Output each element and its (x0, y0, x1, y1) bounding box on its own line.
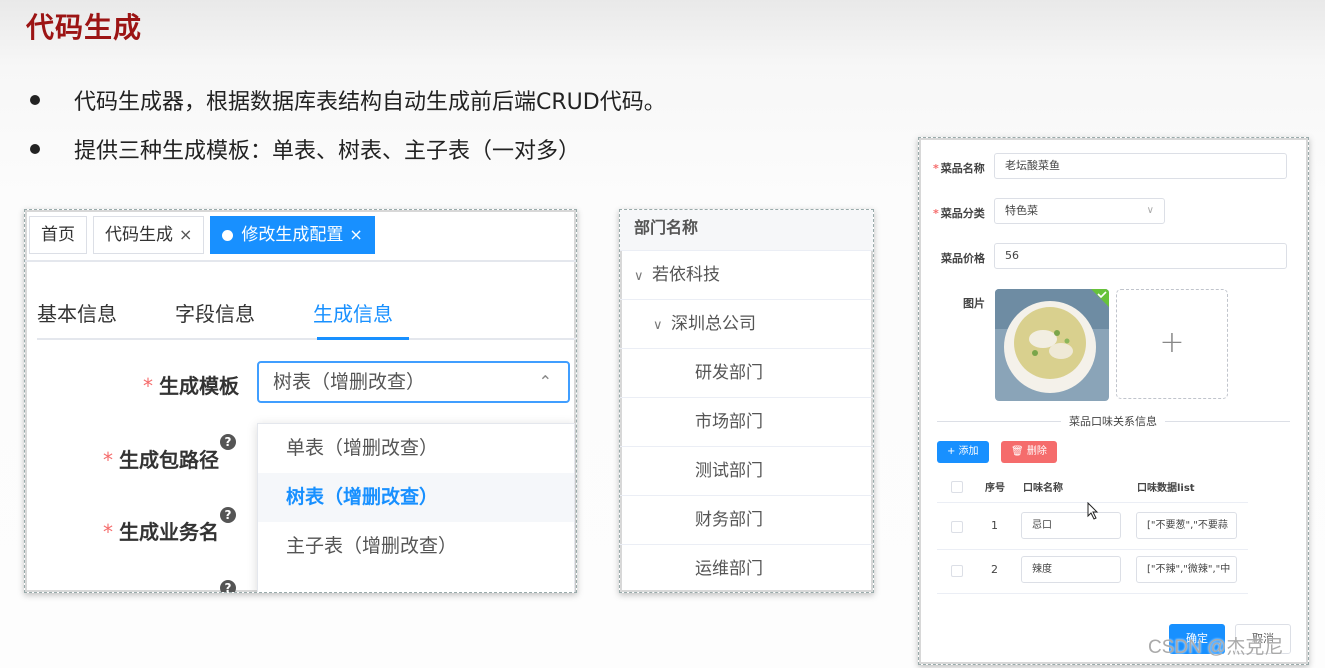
close-icon[interactable]: × (349, 217, 362, 253)
dish-name-input[interactable]: 老坛酸菜鱼 (994, 153, 1287, 179)
divider (937, 593, 1248, 594)
divider (25, 260, 576, 262)
bullet-text: 提供三种生成模板：单表、树表、主子表（一对多） (74, 139, 581, 164)
row-index: 1 (991, 519, 998, 532)
chevron-down-icon[interactable]: ∨ (653, 302, 671, 350)
tree-row[interactable]: 测试部门 (620, 447, 873, 496)
tab-home[interactable]: 首页 (29, 216, 87, 254)
dish-category-select[interactable]: 特色菜 ∨ (994, 198, 1165, 224)
dish-price-label: 菜品价格 (941, 252, 985, 265)
col-index: 序号 (985, 483, 1005, 494)
tags-view: 首页 代码生成 × 修改生成配置 × (29, 216, 375, 254)
dish-form-panel: * 菜品名称 老坛酸菜鱼 * 菜品分类 特色菜 ∨ 菜品价格 56 图片 + 菜品口… (918, 137, 1309, 665)
tab-label: 修改生成配置 (241, 225, 344, 245)
add-flavor-button[interactable]: + 添加 (937, 441, 989, 463)
trash-icon: 🗑 (1011, 446, 1024, 457)
dish-image[interactable] (995, 289, 1109, 401)
tree-row[interactable]: ∨ 深圳总公司 (620, 300, 873, 349)
delete-flavor-button[interactable]: 🗑 删除 (1001, 441, 1057, 463)
plus-icon: + (1159, 325, 1185, 360)
config-subtabs: 基本信息 字段信息 生成信息 (37, 298, 451, 327)
subtab-gen-info[interactable]: 生成信息 (313, 298, 393, 327)
required-mark: * (103, 520, 113, 544)
dept-header: 部门名称 (620, 210, 873, 251)
flavor-section-title: 菜品口味关系信息 (1061, 413, 1165, 429)
template-select[interactable]: 树表（增删改查） ⌃ (257, 361, 570, 403)
active-dot-icon (222, 229, 234, 241)
template-field-label: * 生成模板 (143, 374, 239, 398)
tree-row[interactable]: 财务部门 (620, 496, 873, 545)
divider (37, 338, 576, 340)
col-flavor-data: 口味数据list (1137, 483, 1195, 494)
chevron-up-icon: ⌃ (538, 372, 552, 391)
template-dropdown: 单表（增删改查） 树表（增删改查） 主子表（增删改查） (257, 423, 575, 592)
bullet-item: 代码生成器，根据数据库表结构自动生成前后端CRUD代码。 (26, 84, 666, 116)
watermark: CSDN @杰克尼 (1148, 637, 1284, 658)
gen-config-panel: 首页 代码生成 × 修改生成配置 × 基本信息 字段信息 生成信息 * 生成模板 … (24, 209, 577, 593)
required-mark: * (143, 374, 153, 398)
bullet-dot-icon (30, 95, 40, 105)
image-label: 图片 (963, 297, 985, 310)
subtab-basic-info[interactable]: 基本信息 (37, 298, 117, 327)
package-field-label: * 生成包路径 (103, 448, 219, 472)
flavor-name-input[interactable]: 辣度 (1021, 556, 1121, 583)
template-select-value: 树表（增删改查） (273, 371, 426, 393)
tree-row[interactable]: 研发部门 (620, 349, 873, 398)
dish-price-input[interactable]: 56 (994, 243, 1287, 269)
chevron-down-icon[interactable]: ∨ (634, 253, 652, 301)
flavor-name-input[interactable]: 忌口 (1021, 512, 1121, 539)
flavor-data-input[interactable]: ["不要葱","不要蒜 (1136, 512, 1237, 539)
tab-label: 代码生成 (105, 225, 173, 245)
option-tree-table[interactable]: 树表（增删改查） (258, 473, 574, 522)
help-icon[interactable]: ? (220, 434, 236, 450)
tree-row[interactable]: ∨ 若依科技 (620, 251, 873, 300)
help-icon[interactable]: ? (220, 507, 236, 523)
col-flavor-name: 口味名称 (1023, 483, 1063, 494)
select-all-checkbox[interactable] (951, 481, 963, 493)
close-icon[interactable]: × (179, 217, 192, 253)
tree-row[interactable]: 运维部门 (620, 545, 873, 592)
row-checkbox[interactable] (951, 565, 963, 577)
mouse-cursor-icon (1087, 502, 1099, 520)
tab-code-gen[interactable]: 代码生成 × (93, 216, 205, 254)
row-checkbox[interactable] (951, 521, 963, 533)
dish-name-label: * 菜品名称 (933, 162, 985, 175)
dept-tree-panel: 部门名称 ∨ 若依科技 ∨ 深圳总公司 研发部门 市场部门 测试部门 财务部门 运维… (619, 209, 874, 593)
bullet-text: 代码生成器，根据数据库表结构自动生成前后端CRUD代码。 (74, 90, 666, 115)
row-index: 2 (991, 563, 998, 576)
bullet-item: 提供三种生成模板：单表、树表、主子表（一对多） (26, 133, 580, 165)
flavor-data-input[interactable]: ["不辣","微辣","中 (1136, 556, 1237, 583)
image-upload-button[interactable]: + (1116, 289, 1228, 399)
help-icon[interactable]: ? (220, 580, 236, 592)
chevron-down-icon: ∨ (1146, 205, 1154, 216)
required-mark: * (103, 448, 113, 472)
active-subtab-indicator (317, 337, 409, 340)
slide-title: 代码生成 (26, 11, 143, 44)
tab-edit-gen-config[interactable]: 修改生成配置 × (210, 216, 375, 254)
subtab-field-info[interactable]: 字段信息 (175, 298, 255, 327)
tab-label: 首页 (41, 225, 75, 245)
bullet-dot-icon (30, 144, 40, 154)
option-master-sub-table[interactable]: 主子表（增删改查） (258, 522, 574, 571)
business-field-label: * 生成业务名 (103, 520, 219, 544)
option-single-table[interactable]: 单表（增删改查） (258, 424, 574, 473)
tree-row[interactable]: 市场部门 (620, 398, 873, 447)
dish-category-label: * 菜品分类 (933, 207, 985, 220)
divider (937, 549, 1248, 550)
